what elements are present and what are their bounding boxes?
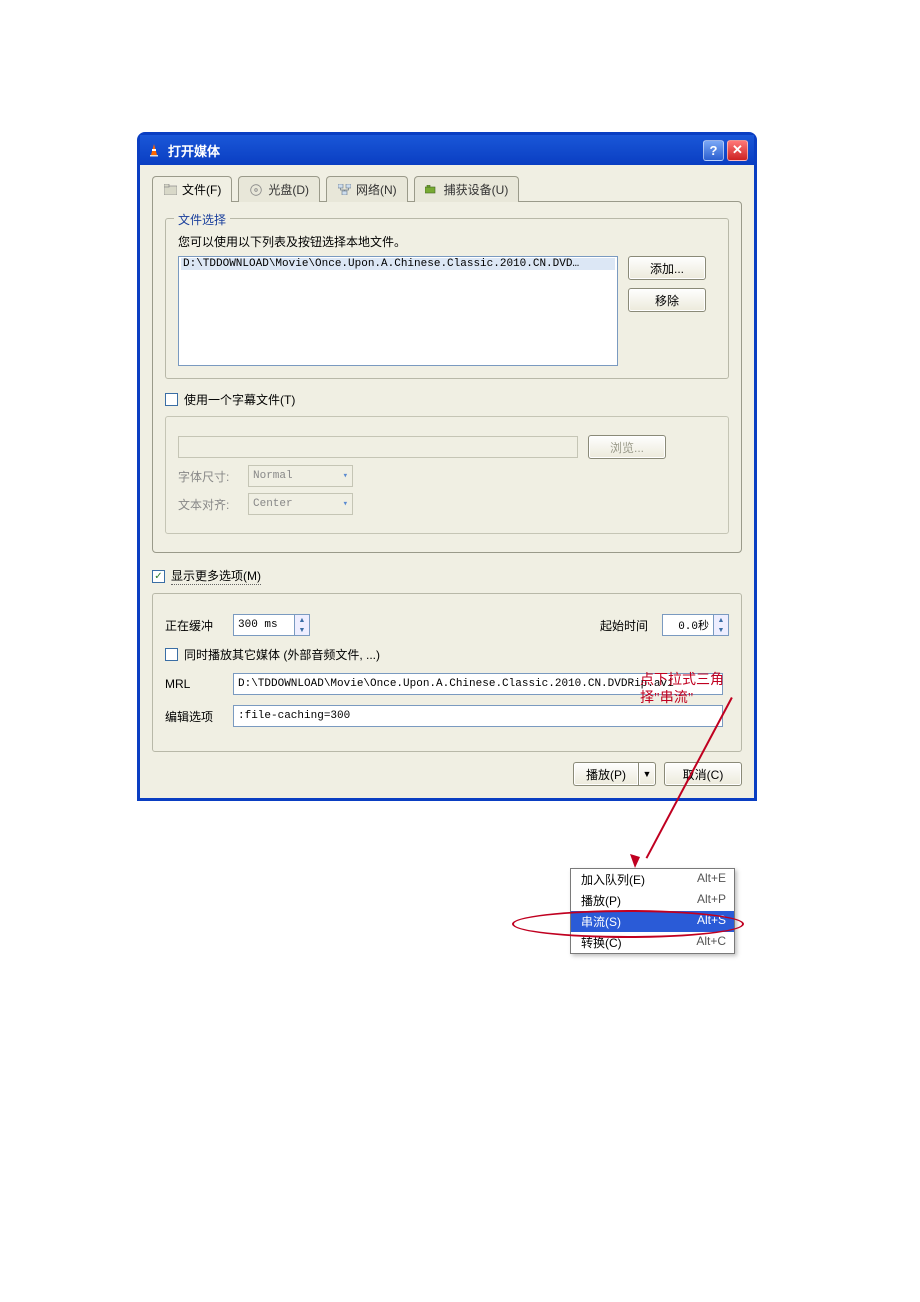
file-select-fieldset: 文件选择 您可以使用以下列表及按钮选择本地文件。 D:\TDDOWNLOAD\M… <box>165 218 729 379</box>
text-align-combo: Center▾ <box>248 493 353 515</box>
spin-up-icon[interactable]: ▲ <box>295 615 309 625</box>
tab-panel-file: 文件选择 您可以使用以下列表及按钮选择本地文件。 D:\TDDOWNLOAD\M… <box>152 201 742 553</box>
chevron-down-icon: ▾ <box>343 471 348 481</box>
more-options-checkbox[interactable]: ✓ <box>152 570 165 583</box>
more-options-checkbox-row[interactable]: ✓ 显示更多选项(M) <box>152 567 742 585</box>
mrl-label: MRL <box>165 677 225 691</box>
remove-button[interactable]: 移除 <box>628 288 706 312</box>
subtitle-checkbox-label: 使用一个字幕文件(T) <box>184 391 295 408</box>
caching-spinner[interactable]: ▲▼ <box>233 614 310 636</box>
titlebar[interactable]: 打开媒体 ? ✕ <box>140 135 754 165</box>
tabstrip: 文件(F) 光盘(D) 网络(N) 捕获设备(U) <box>152 175 742 201</box>
edit-opts-label: 编辑选项 <box>165 708 225 725</box>
tab-network[interactable]: 网络(N) <box>326 176 408 202</box>
close-button[interactable]: ✕ <box>727 140 748 161</box>
file-select-legend: 文件选择 <box>174 211 230 228</box>
cancel-button[interactable]: 取消(C) <box>664 762 742 786</box>
more-options-panel: 正在缓冲 ▲▼ 起始时间 ▲▼ 同时播放其它媒体 (外部音频文件, ...) <box>152 593 742 752</box>
spin-down-icon[interactable]: ▼ <box>714 625 728 635</box>
file-list-item[interactable]: D:\TDDOWNLOAD\Movie\Once.Upon.A.Chinese.… <box>181 258 615 270</box>
menu-item-play[interactable]: 播放(P)Alt+P <box>571 890 734 911</box>
menu-item-enqueue[interactable]: 加入队列(E)Alt+E <box>571 869 734 890</box>
start-time-input[interactable] <box>663 615 713 635</box>
mrl-input[interactable] <box>233 673 723 695</box>
play-sync-label: 同时播放其它媒体 (外部音频文件, ...) <box>184 646 380 663</box>
spin-down-icon[interactable]: ▼ <box>295 625 309 635</box>
subtitle-checkbox-row[interactable]: 使用一个字幕文件(T) <box>165 391 729 408</box>
text-align-label: 文本对齐: <box>178 496 238 513</box>
tab-file[interactable]: 文件(F) <box>152 176 232 202</box>
tab-capture-label: 捕获设备(U) <box>444 181 509 198</box>
tab-disc[interactable]: 光盘(D) <box>238 176 320 202</box>
disc-icon <box>249 183 263 197</box>
folder-icon <box>163 183 177 197</box>
start-time-label: 起始时间 <box>600 617 648 634</box>
chevron-down-icon: ▾ <box>343 499 348 509</box>
font-size-label: 字体尺寸: <box>178 468 238 485</box>
tab-disc-label: 光盘(D) <box>268 181 309 198</box>
play-dropdown-button[interactable]: ▼ <box>638 762 656 786</box>
start-time-spinner[interactable]: ▲▼ <box>662 614 729 636</box>
play-sync-checkbox[interactable] <box>165 648 178 661</box>
font-size-combo: Normal▾ <box>248 465 353 487</box>
capture-icon <box>425 183 439 197</box>
caching-input[interactable] <box>234 615 294 635</box>
network-icon <box>337 183 351 197</box>
spin-up-icon[interactable]: ▲ <box>714 615 728 625</box>
subtitle-checkbox[interactable] <box>165 393 178 406</box>
subtitle-section: 浏览... 字体尺寸: Normal▾ 文本对齐: Center▾ <box>165 416 729 534</box>
chevron-down-icon: ▼ <box>643 769 652 779</box>
browse-subtitle-button: 浏览... <box>588 435 666 459</box>
play-button-group: 播放(P) ▼ <box>573 762 656 786</box>
client-area: 文件(F) 光盘(D) 网络(N) 捕获设备(U) 文件选择 <box>140 165 754 798</box>
subtitle-file-input <box>178 436 578 458</box>
page-root: 打开媒体 ? ✕ 文件(F) 光盘(D) 网络(N) <box>0 0 920 1302</box>
window-title: 打开媒体 <box>168 141 220 160</box>
footer-buttons: 播放(P) ▼ 取消(C) <box>152 762 742 786</box>
caching-label: 正在缓冲 <box>165 617 225 634</box>
edit-opts-input[interactable] <box>233 705 723 727</box>
help-button[interactable]: ? <box>703 140 724 161</box>
add-button[interactable]: 添加... <box>628 256 706 280</box>
file-select-desc: 您可以使用以下列表及按钮选择本地文件。 <box>178 233 716 250</box>
more-options-label: 显示更多选项(M) <box>171 567 261 585</box>
annotation-ellipse-menu <box>512 910 744 938</box>
vlc-icon <box>146 142 162 158</box>
annotation-arrowhead <box>625 848 645 868</box>
file-list[interactable]: D:\TDDOWNLOAD\Movie\Once.Upon.A.Chinese.… <box>178 256 618 366</box>
open-media-window: 打开媒体 ? ✕ 文件(F) 光盘(D) 网络(N) <box>137 132 757 801</box>
play-button[interactable]: 播放(P) <box>573 762 638 786</box>
tab-file-label: 文件(F) <box>182 181 221 198</box>
tab-capture[interactable]: 捕获设备(U) <box>414 176 520 202</box>
tab-network-label: 网络(N) <box>356 181 397 198</box>
